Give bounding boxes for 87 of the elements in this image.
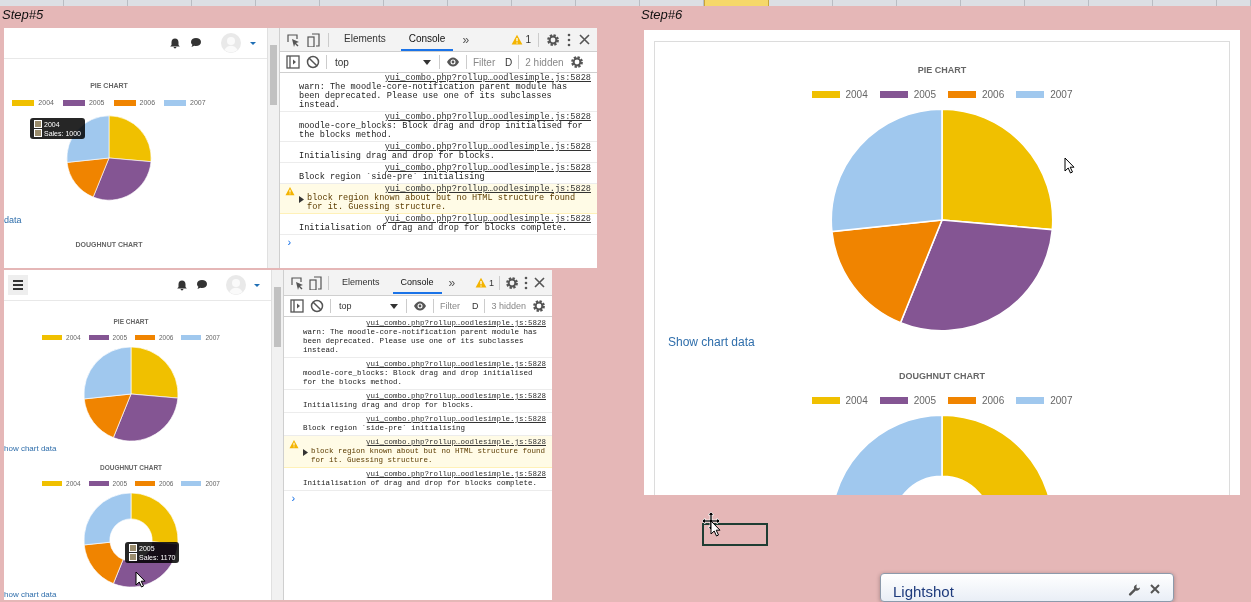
legend-label: 2006 <box>982 89 1005 100</box>
eye-icon[interactable] <box>412 299 427 313</box>
context-selector[interactable]: top <box>333 56 433 68</box>
warnings-button[interactable]: 1 <box>475 277 494 288</box>
legend-label: 2005 <box>913 395 936 406</box>
console-prompt[interactable]: › <box>290 493 297 505</box>
caret-icon <box>423 59 431 65</box>
legend-label: 2007 <box>1050 395 1073 406</box>
close-icon[interactable] <box>578 33 591 46</box>
sidebar-icon[interactable] <box>290 299 304 313</box>
kebab-menu-icon[interactable] <box>567 32 571 47</box>
kebab-menu-icon[interactable] <box>524 275 528 290</box>
settings-icon[interactable] <box>505 275 519 290</box>
warning-icon <box>511 34 524 45</box>
context-selector[interactable]: top <box>337 301 400 311</box>
legend-label: 2005 <box>913 89 936 100</box>
source-link[interactable]: yui_combo.php?rollup…oodlesimple.js:5828 <box>384 215 591 224</box>
menu-button[interactable] <box>8 275 28 295</box>
devtools-tab[interactable]: Elements <box>334 271 388 294</box>
message-text: Initialisation of drag and drop for blocks complete. <box>299 224 568 233</box>
caret-icon <box>389 303 398 309</box>
window-title: Lightshot <box>893 583 954 600</box>
device-icon[interactable] <box>309 275 323 290</box>
levels-button[interactable]: D <box>505 56 513 68</box>
source-link[interactable]: yui_combo.php?rollup…oodlesimple.js:5828 <box>384 74 591 83</box>
expand-triangle-icon[interactable] <box>299 196 304 203</box>
legend-label: 2007 <box>1050 89 1073 100</box>
warning-icon <box>284 186 295 196</box>
clear-icon[interactable] <box>310 299 324 313</box>
hidden-count: 3 hidden <box>491 301 526 311</box>
settings-icon[interactable] <box>532 299 546 313</box>
settings-icon[interactable] <box>546 32 560 47</box>
chat-icon[interactable] <box>190 37 202 49</box>
legend-label: 2006 <box>982 395 1005 406</box>
caret-icon[interactable] <box>250 41 256 45</box>
legend-label: 2004 <box>845 89 868 100</box>
eye-icon[interactable] <box>446 55 460 69</box>
move-pointer-icon <box>702 512 721 537</box>
devtools-tab[interactable]: Elements <box>336 28 394 51</box>
inspect-icon[interactable] <box>286 32 300 47</box>
chart-data-link[interactable]: how chart data <box>4 444 57 453</box>
legend-label: 2004 <box>845 395 868 406</box>
message-text: Block region `side-pre` initialising <box>299 173 485 182</box>
devtools-tab[interactable]: Console <box>392 271 442 294</box>
inspect-icon[interactable] <box>290 275 304 290</box>
step-label: Step#6 <box>641 7 683 22</box>
mouse-pointer-icon <box>135 571 146 588</box>
bell-icon[interactable] <box>169 37 181 49</box>
hidden-count: 2 hidden <box>525 56 564 68</box>
wrench-icon[interactable] <box>1128 583 1141 596</box>
mouse-pointer-icon <box>1064 157 1075 174</box>
device-icon[interactable] <box>307 32 321 47</box>
chart-title: DOUGHNUT CHART <box>899 371 985 381</box>
sidebar-icon[interactable] <box>286 55 300 69</box>
close-icon[interactable] <box>1149 583 1161 595</box>
warning-icon <box>288 439 299 449</box>
levels-button[interactable]: D <box>471 301 479 311</box>
scrollbar[interactable] <box>267 28 279 268</box>
settings-icon[interactable] <box>569 55 584 69</box>
warnings-button[interactable]: 1 <box>511 34 531 45</box>
source-link[interactable]: yui_combo.php?rollup…oodlesimple.js:5828 <box>384 143 591 152</box>
source-link[interactable]: yui_combo.php?rollup…oodlesimple.js:5828 <box>384 164 591 173</box>
more-tabs-button[interactable]: » <box>460 32 472 47</box>
chart-data-link[interactable]: data <box>4 215 22 225</box>
console-prompt[interactable]: › <box>286 237 293 249</box>
warning-icon <box>475 277 487 288</box>
more-tabs-button[interactable]: » <box>446 275 458 290</box>
expand-triangle-icon[interactable] <box>303 449 308 456</box>
source-link[interactable]: yui_combo.php?rollup…oodlesimple.js:5828 <box>384 113 591 122</box>
chart-data-link[interactable]: Show chart data <box>668 335 755 349</box>
clear-icon[interactable] <box>306 55 320 69</box>
chart-data-link[interactable]: how chart data <box>4 590 57 599</box>
caret-icon[interactable] <box>254 283 260 287</box>
scrollbar[interactable] <box>271 270 283 600</box>
menu-icon <box>12 279 24 291</box>
message-text: block region known about but no HTML structure found for it. Guessing structure. <box>307 194 576 212</box>
message-text: Initialising drag and drop for blocks. <box>299 152 495 161</box>
step-label: Step#5 <box>2 7 44 22</box>
chat-icon[interactable] <box>196 279 208 291</box>
chart-title: PIE CHART <box>917 65 967 75</box>
close-icon[interactable] <box>533 276 546 289</box>
message-text: warn: The moodle-core-notification parent module has been deprecated. Please use one of its subclasses instead. <box>299 83 568 110</box>
message-text: moodle-core_blocks: Block drag and drop initialised for the blocks method. <box>299 122 583 140</box>
devtools-tab[interactable]: Console <box>400 28 454 51</box>
source-link[interactable]: yui_combo.php?rollup…oodlesimple.js:5828 <box>384 185 591 194</box>
filter-field[interactable]: Filter <box>473 56 499 68</box>
bell-icon[interactable] <box>176 279 188 291</box>
